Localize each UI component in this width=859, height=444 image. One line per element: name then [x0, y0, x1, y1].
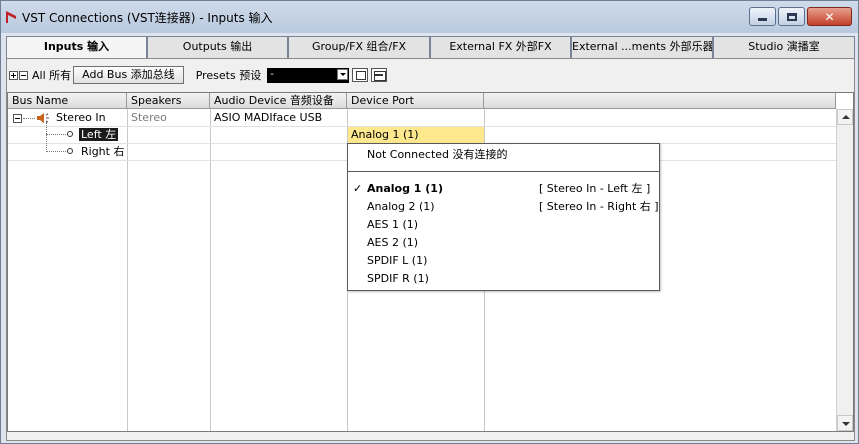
minimize-button[interactable]: [749, 7, 776, 26]
menu-item-spdif-r[interactable]: SPDIF R (1): [348, 270, 659, 288]
tree-connector: [46, 122, 47, 152]
tree-connector: [46, 151, 68, 152]
maximize-button[interactable]: [778, 7, 805, 26]
menu-item-label: AES 1 (1): [367, 218, 419, 231]
speaker-icon: [37, 113, 49, 123]
menu-item-label: Analog 1 (1): [367, 182, 443, 195]
menu-separator: [348, 171, 659, 172]
channel-pin-icon: [67, 148, 73, 154]
tab-bar: Inputs 输入 Outputs 输出 Group/FX 组合/FX Exte…: [6, 36, 855, 59]
column-header-bus-name[interactable]: Bus Name: [8, 93, 127, 109]
channel-pin-icon: [67, 131, 73, 137]
tree-connector: [23, 118, 35, 119]
tab-studio[interactable]: Studio 演播室: [713, 36, 855, 58]
menu-item-assignment: [ Stereo In - Left 左 ]: [539, 182, 651, 195]
toolbar: All 所有 Add Bus 添加总线 Presets 预设 -: [9, 65, 388, 85]
store-preset-icon[interactable]: [352, 68, 369, 82]
tab-outputs[interactable]: Outputs 输出: [147, 36, 288, 58]
menu-item-analog-1[interactable]: ✓ Analog 1 (1) [ Stereo In - Left 左 ]: [348, 180, 659, 198]
tab-external-fx[interactable]: External FX 外部FX: [430, 36, 571, 58]
presets-value: -: [270, 68, 274, 80]
menu-item-label: Not Connected 没有连接的: [367, 148, 508, 161]
bus-audio-device[interactable]: ASIO MADIface USB: [214, 110, 322, 126]
vst-connections-window: VST Connections (VST连接器) - Inputs 输入 ✕ I…: [0, 0, 859, 444]
menu-item-aes-2[interactable]: AES 2 (1): [348, 234, 659, 252]
menu-item-assignment: [ Stereo In - Right 右 ]: [539, 200, 659, 213]
channel-name-right[interactable]: Right 右: [81, 144, 124, 160]
tab-inputs[interactable]: Inputs 输入: [6, 36, 147, 59]
all-label: All 所有: [32, 69, 72, 82]
cubase-app-icon: [6, 11, 16, 23]
close-icon: ✕: [824, 9, 835, 24]
collapse-bus-icon[interactable]: [13, 114, 22, 123]
checkmark-icon: ✓: [353, 182, 363, 195]
presets-dropdown[interactable]: -: [267, 67, 350, 83]
title-bar[interactable]: VST Connections (VST连接器) - Inputs 输入 ✕: [1, 1, 858, 33]
channel-name-left[interactable]: Left 左: [79, 127, 119, 143]
chevron-down-icon: [337, 68, 349, 80]
tab-external-instruments[interactable]: External ...ments 外部乐器: [571, 36, 713, 58]
bus-speakers: Stereo: [131, 111, 167, 124]
presets-label: Presets 预设: [195, 69, 262, 82]
column-header-empty: [484, 93, 836, 109]
menu-item-spdif-l[interactable]: SPDIF L (1): [348, 252, 659, 270]
vertical-scrollbar[interactable]: [836, 109, 853, 431]
bus-name[interactable]: Stereo In: [56, 110, 106, 126]
menu-item-label: SPDIF R (1): [367, 272, 429, 285]
window-controls: ✕: [749, 7, 852, 26]
expand-all-icon[interactable]: [9, 70, 18, 80]
maximize-icon: [786, 12, 797, 21]
close-button[interactable]: ✕: [807, 7, 852, 26]
minimize-icon: [758, 18, 767, 21]
window-title: VST Connections (VST连接器) - Inputs 输入: [22, 11, 273, 25]
collapse-all-icon[interactable]: [19, 70, 28, 80]
menu-item-label: AES 2 (1): [367, 236, 419, 249]
menu-item-analog-2[interactable]: Analog 2 (1) [ Stereo In - Right 右 ]: [348, 198, 659, 216]
column-header-audio-device[interactable]: Audio Device 音频设备: [210, 93, 347, 109]
add-bus-button[interactable]: Add Bus 添加总线: [73, 66, 184, 84]
remove-preset-icon[interactable]: [371, 68, 388, 82]
column-divider: [127, 109, 128, 431]
column-divider: [210, 109, 211, 431]
menu-item-not-connected[interactable]: Not Connected 没有连接的: [348, 146, 659, 164]
menu-item-label: Analog 2 (1): [367, 200, 435, 213]
column-header-device-port[interactable]: Device Port: [347, 93, 484, 109]
channel-name-left-label: Left 左: [79, 128, 119, 141]
menu-item-aes-1[interactable]: AES 1 (1): [348, 216, 659, 234]
column-header-speakers[interactable]: Speakers: [127, 93, 210, 109]
device-port-left[interactable]: Analog 1 (1): [348, 127, 484, 143]
tree-connector: [46, 134, 68, 135]
menu-item-label: SPDIF L (1): [367, 254, 428, 267]
tab-group-fx[interactable]: Group/FX 组合/FX: [288, 36, 430, 58]
scroll-up-icon[interactable]: [837, 109, 853, 125]
scroll-down-icon[interactable]: [837, 415, 853, 431]
device-port-menu: Not Connected 没有连接的 ✓ Analog 1 (1) [ Ste…: [347, 143, 660, 291]
